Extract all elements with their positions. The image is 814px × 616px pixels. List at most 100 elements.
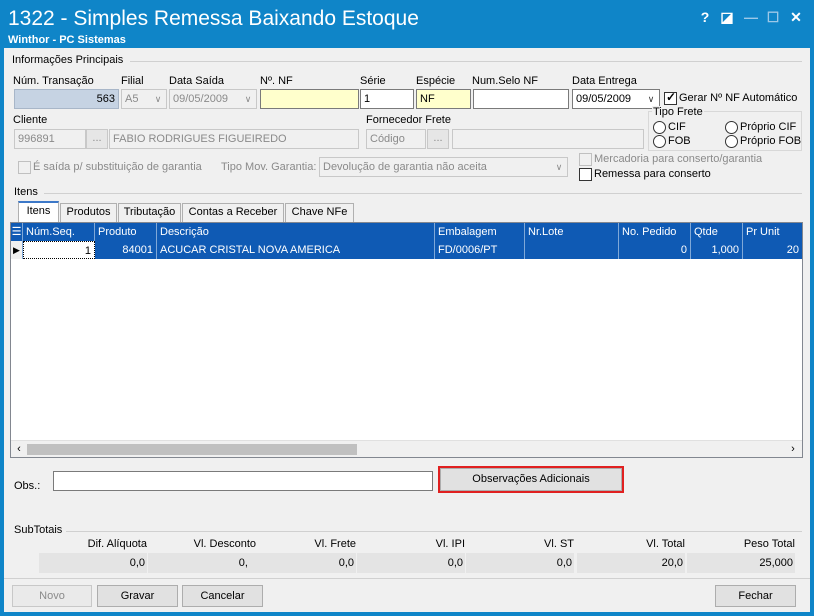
gravar-button[interactable]: Gravar: [97, 585, 178, 607]
help-icon[interactable]: ?: [696, 8, 714, 26]
cell-no-pedido[interactable]: 0: [619, 241, 691, 259]
tab-produtos[interactable]: Produtos: [60, 203, 117, 222]
vl-st-label: Vl. ST: [544, 538, 574, 550]
col-nr-lote[interactable]: Nr.Lote: [525, 223, 619, 241]
cliente-name-field: FABIO RODRIGUES FIGUEIREDO: [109, 129, 359, 149]
client-area: Informações Principais Núm. Transação 56…: [4, 48, 810, 612]
saida-garantia-label: É saída p/ substituição de garantia: [33, 161, 202, 173]
dif-aliquota-label: Dif. Alíquota: [87, 538, 147, 550]
maximize-icon[interactable]: ☐: [764, 8, 782, 26]
cell-descricao[interactable]: ACUCAR CRISTAL NOVA AMERICA: [157, 241, 435, 259]
cell-nr-lote[interactable]: [525, 241, 619, 259]
col-qtde[interactable]: Qtde: [691, 223, 743, 241]
col-no-pedido[interactable]: No. Pedido: [619, 223, 691, 241]
frete-fob-radio[interactable]: [653, 135, 666, 148]
row-indicator-icon: ▶: [11, 241, 23, 259]
especie-input[interactable]: NF: [416, 89, 471, 109]
fornecedor-search-button[interactable]: ...: [427, 129, 449, 149]
cliente-code-field[interactable]: 996891: [14, 129, 86, 149]
obs-input[interactable]: [53, 471, 433, 491]
scroll-thumb[interactable]: [27, 444, 357, 455]
tipo-mov-select[interactable]: Devolução de garantia não aceita ∨: [319, 157, 568, 177]
table-row[interactable]: ▶ 1 84001 ACUCAR CRISTAL NOVA AMERICA FD…: [11, 241, 802, 259]
window-title: 1322 - Simples Remessa Baixando Estoque: [8, 7, 419, 30]
fechar-button[interactable]: Fechar: [715, 585, 796, 607]
gerar-nf-checkbox[interactable]: [664, 90, 677, 105]
novo-button[interactable]: Novo: [12, 585, 92, 607]
num-nf-input[interactable]: [260, 89, 359, 109]
vl-desconto-value: 0,0: [148, 553, 256, 573]
cell-pr-unit[interactable]: 20: [743, 241, 802, 259]
horizontal-scrollbar[interactable]: ‹ ›: [11, 440, 802, 457]
grid-menu-icon[interactable]: ☰: [11, 223, 23, 241]
main-window: 1322 - Simples Remessa Baixando Estoque …: [0, 0, 814, 616]
peso-total-value: 25,000: [687, 553, 795, 573]
cell-qtde[interactable]: 1,000: [691, 241, 743, 259]
col-num-seq[interactable]: Núm.Seq.: [23, 223, 95, 241]
tab-tributacao[interactable]: Tributação: [118, 203, 181, 222]
section-itens-label: Itens: [14, 186, 38, 198]
vl-total-label: Vl. Total: [646, 538, 685, 550]
serie-input[interactable]: 1: [360, 89, 414, 109]
frete-proprio-cif-radio[interactable]: [725, 121, 738, 134]
frete-cif-label: CIF: [668, 121, 686, 133]
section-principal-label: Informações Principais: [12, 54, 124, 66]
edit-icon[interactable]: ◪: [718, 8, 736, 26]
tipo-mov-value: Devolução de garantia não aceita: [323, 161, 487, 173]
data-saida-field[interactable]: 09/05/2009 ∨: [169, 89, 257, 109]
cliente-label: Cliente: [13, 114, 48, 126]
tab-chave-nfe[interactable]: Chave NFe: [285, 203, 354, 222]
peso-total-label: Peso Total: [743, 538, 795, 550]
num-selo-input[interactable]: [473, 89, 569, 109]
filial-value: A5: [125, 93, 139, 105]
frete-proprio-fob-label: Próprio FOB: [740, 135, 802, 147]
section-divider: [130, 61, 802, 62]
section-divider: [44, 193, 802, 194]
section-divider: [66, 531, 802, 532]
vl-frete-label: Vl. Frete: [314, 538, 356, 550]
scroll-right-icon[interactable]: ›: [787, 442, 799, 456]
tipo-frete-label: Tipo Frete: [652, 106, 704, 118]
frete-fob-label: FOB: [668, 135, 691, 147]
col-pr-unit[interactable]: Pr Unit: [743, 223, 802, 241]
grid-header: ☰ Núm.Seq. Produto Descrição Embalagem N…: [11, 223, 802, 241]
cell-num-seq[interactable]: 1: [23, 241, 95, 259]
section-subtotais-label: SubTotais: [14, 524, 63, 536]
col-embalagem[interactable]: Embalagem: [435, 223, 525, 241]
minimize-icon[interactable]: —: [742, 8, 760, 26]
saida-garantia-checkbox[interactable]: [18, 161, 31, 174]
frete-proprio-cif-label: Próprio CIF: [740, 121, 797, 133]
cancelar-button[interactable]: Cancelar: [182, 585, 263, 607]
fornecedor-name-field: [452, 129, 644, 149]
chevron-down-icon: ∨: [154, 94, 162, 104]
tab-contas-receber[interactable]: Contas a Receber: [182, 203, 284, 222]
window-subtitle: Winthor - PC Sistemas: [8, 34, 126, 46]
vl-st-value: 0,0: [466, 553, 574, 573]
data-entrega-value: 09/05/2009: [576, 93, 632, 105]
itens-grid[interactable]: ☰ Núm.Seq. Produto Descrição Embalagem N…: [10, 222, 803, 458]
data-entrega-field[interactable]: 09/05/2009 ∨: [572, 89, 660, 109]
gerar-nf-label: Gerar Nº NF Automático: [679, 92, 798, 104]
cell-produto[interactable]: 84001: [95, 241, 157, 259]
mercadoria-conserto-checkbox[interactable]: [579, 153, 592, 166]
data-saida-label: Data Saída: [169, 75, 225, 87]
data-saida-value: 09/05/2009: [173, 93, 229, 105]
scroll-left-icon[interactable]: ‹: [13, 442, 25, 456]
remessa-conserto-checkbox[interactable]: [579, 168, 592, 181]
num-nf-label: Nº. NF: [260, 75, 293, 87]
observacoes-adicionais-button[interactable]: Observações Adicionais: [440, 468, 622, 491]
tipo-mov-label: Tipo Mov. Garantia:: [221, 161, 317, 173]
mercadoria-conserto-label: Mercadoria para conserto/garantia: [594, 153, 763, 165]
vl-total-value: 20,0: [577, 553, 685, 573]
frete-cif-radio[interactable]: [653, 121, 666, 134]
cell-embalagem[interactable]: FD/0006/PT: [435, 241, 525, 259]
filial-select[interactable]: A5 ∨: [121, 89, 167, 109]
col-produto[interactable]: Produto: [95, 223, 157, 241]
fornecedor-code-field[interactable]: Código: [366, 129, 426, 149]
frete-proprio-fob-radio[interactable]: [725, 135, 738, 148]
col-descricao[interactable]: Descrição: [157, 223, 435, 241]
vl-ipi-label: Vl. IPI: [435, 538, 465, 550]
cliente-search-button[interactable]: ...: [86, 129, 108, 149]
tab-itens[interactable]: Itens: [18, 201, 59, 222]
close-icon[interactable]: ✕: [787, 8, 805, 26]
